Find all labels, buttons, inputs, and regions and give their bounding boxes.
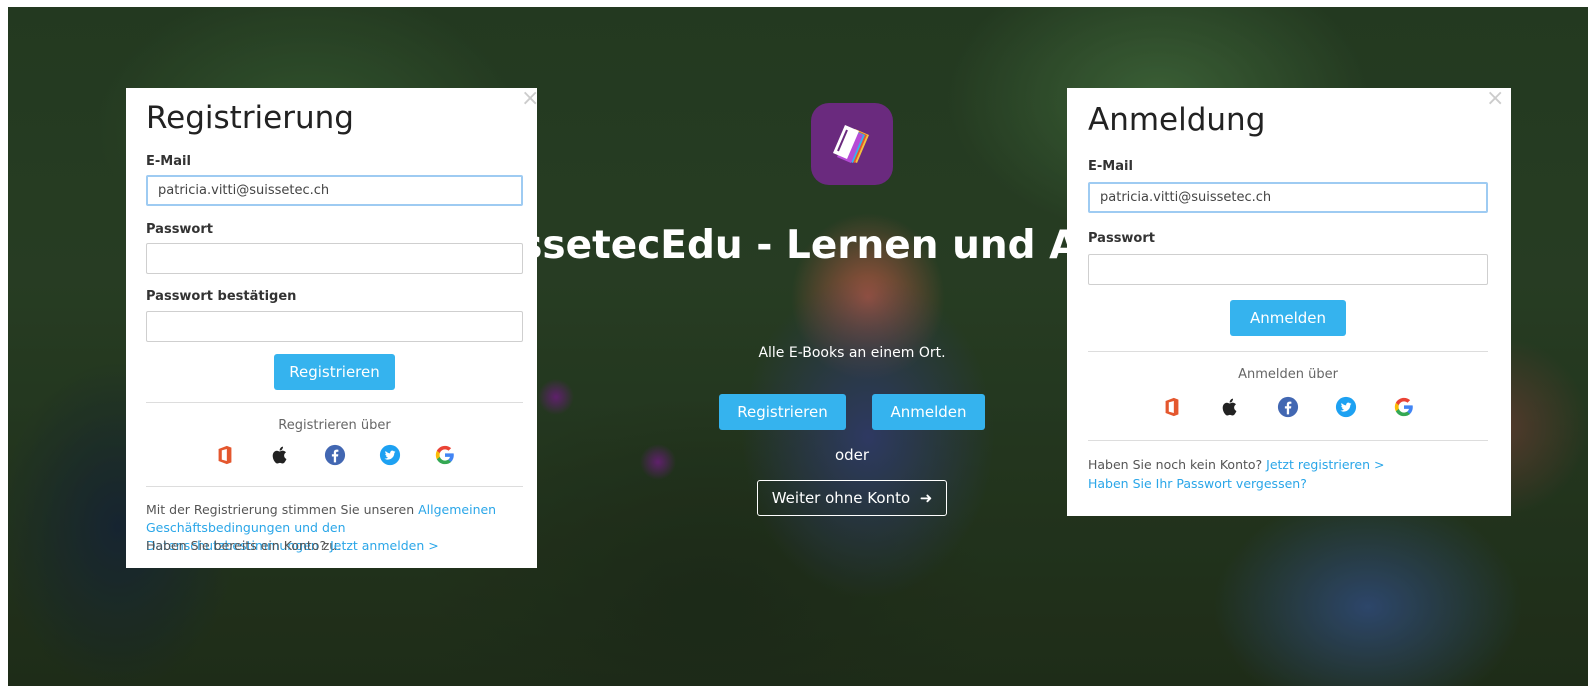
- continue-without-account-label: Weiter ohne Konto: [771, 489, 911, 507]
- books-logo-icon: [833, 125, 869, 163]
- register-social-row: [214, 444, 456, 466]
- register-divider-bottom: [146, 486, 523, 487]
- login-email-input[interactable]: [1088, 182, 1488, 213]
- facebook-icon[interactable]: [324, 444, 346, 466]
- login-social-caption: Anmelden über: [1238, 367, 1338, 382]
- apple-icon[interactable]: [1219, 396, 1241, 418]
- register-social-caption: Registrieren über: [278, 418, 391, 433]
- hero-title: SuissetecEdu - Lernen und Arbeiten: [520, 223, 1080, 268]
- no-account-prompt: Haben Sie noch kein Konto?: [1088, 457, 1263, 472]
- register-modal: × Registrierung E-Mail Passwort Passwort…: [126, 88, 539, 568]
- register-title: Registrierung: [146, 100, 354, 136]
- facebook-icon[interactable]: [1277, 396, 1299, 418]
- twitter-icon[interactable]: [1335, 396, 1357, 418]
- continue-without-account-button[interactable]: Weiter ohne Konto ➜: [757, 480, 947, 516]
- register-confirm-label: Passwort bestätigen: [146, 289, 297, 304]
- register-email-input[interactable]: [146, 175, 523, 206]
- login-divider-bottom: [1088, 440, 1488, 441]
- login-title: Anmeldung: [1088, 102, 1266, 138]
- app-logo: [811, 103, 893, 185]
- register-submit-button[interactable]: Registrieren: [274, 354, 395, 390]
- register-login-line: Haben Sie bereits ein Konto? Jetzt anmel…: [146, 537, 516, 555]
- apple-icon[interactable]: [269, 444, 291, 466]
- login-modal: × Anmeldung E-Mail Passwort Anmelden Anm…: [1067, 88, 1511, 516]
- register-password-input[interactable]: [146, 243, 523, 274]
- close-icon[interactable]: ×: [1486, 88, 1504, 110]
- register-password-label: Passwort: [146, 222, 213, 237]
- arrow-right-icon: ➜: [914, 489, 933, 507]
- register-now-link[interactable]: Jetzt registrieren >: [1266, 457, 1384, 472]
- register-divider-top: [146, 402, 523, 403]
- office-icon[interactable]: [1161, 396, 1183, 418]
- hero-tagline: Alle E-Books an einem Ort.: [758, 345, 946, 361]
- login-password-input[interactable]: [1088, 254, 1488, 285]
- login-now-link[interactable]: Jetzt anmelden >: [330, 538, 439, 553]
- google-icon[interactable]: [1393, 396, 1415, 418]
- login-email-label: E-Mail: [1088, 159, 1133, 174]
- login-social-row: [1161, 396, 1415, 418]
- login-divider-top: [1088, 351, 1488, 352]
- forgot-password-link[interactable]: Haben Sie Ihr Passwort vergessen?: [1088, 476, 1307, 491]
- hero-or-label: oder: [834, 446, 870, 464]
- register-email-label: E-Mail: [146, 154, 191, 169]
- forgot-password-line: Haben Sie Ihr Passwort vergessen?: [1088, 475, 1488, 493]
- login-password-label: Passwort: [1088, 231, 1155, 246]
- office-icon[interactable]: [214, 444, 236, 466]
- terms-prefix: Mit der Registrierung stimmen Sie unsere…: [146, 502, 419, 517]
- register-confirm-input[interactable]: [146, 311, 523, 342]
- google-icon[interactable]: [434, 444, 456, 466]
- hero-login-button[interactable]: Anmelden: [872, 394, 985, 430]
- twitter-icon[interactable]: [379, 444, 401, 466]
- login-register-line: Haben Sie noch kein Konto? Jetzt registr…: [1088, 456, 1488, 474]
- hero-register-button[interactable]: Registrieren: [719, 394, 846, 430]
- close-icon[interactable]: ×: [521, 88, 539, 110]
- login-submit-button[interactable]: Anmelden: [1230, 300, 1346, 336]
- account-prompt: Haben Sie bereits ein Konto?: [146, 538, 327, 553]
